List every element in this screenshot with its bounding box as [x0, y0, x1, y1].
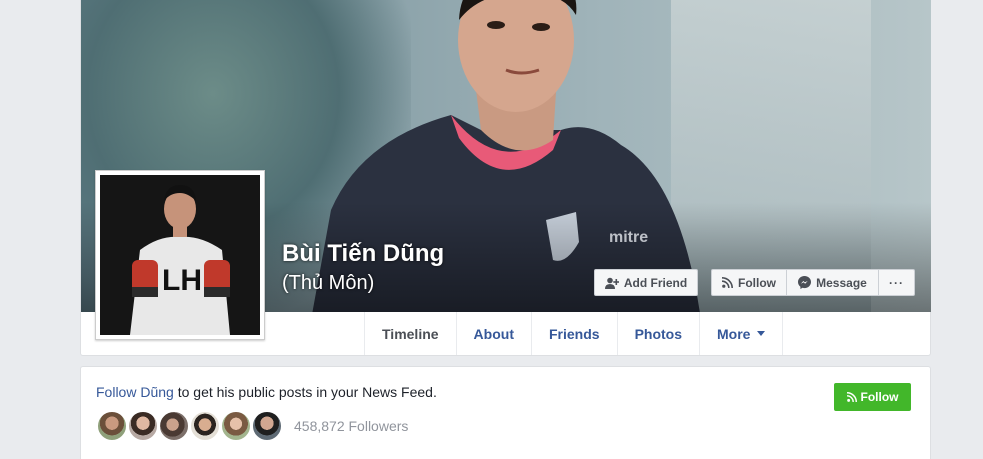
- followers-row: 458,872 Followers: [96, 410, 408, 442]
- profile-name[interactable]: Bùi Tiến Dũng: [282, 240, 444, 268]
- profile-alternate-name: (Thủ Môn): [282, 272, 375, 294]
- follower-avatar[interactable]: [127, 410, 159, 442]
- follow-prompt-text: Follow Dũng to get his public posts in y…: [96, 384, 437, 400]
- tab-friends[interactable]: Friends: [532, 312, 618, 355]
- tab-more[interactable]: More: [700, 312, 784, 355]
- tab-photos[interactable]: Photos: [618, 312, 701, 355]
- avatar-photo: LH: [100, 175, 260, 335]
- follow-link[interactable]: Follow Dũng: [96, 384, 174, 400]
- rss-icon: [722, 277, 733, 288]
- tab-about[interactable]: About: [457, 312, 532, 355]
- follower-avatar[interactable]: [189, 410, 221, 442]
- chevron-down-icon: [757, 331, 766, 336]
- rss-icon: [846, 392, 857, 402]
- follow-button[interactable]: Follow: [711, 269, 787, 296]
- more-dots-icon: ···: [889, 275, 904, 290]
- svg-text:LH: LH: [162, 264, 202, 297]
- message-button[interactable]: Message: [786, 269, 879, 296]
- more-options-button[interactable]: ···: [878, 269, 915, 296]
- profile-avatar[interactable]: LH: [95, 170, 265, 340]
- follow-prompt-card: Follow Dũng to get his public posts in y…: [80, 366, 931, 459]
- add-friend-icon: [604, 277, 619, 289]
- profile-tabs: Timeline About Friends Photos More: [364, 312, 784, 355]
- followers-count[interactable]: 458,872 Followers: [294, 418, 408, 434]
- tab-timeline[interactable]: Timeline: [364, 312, 457, 355]
- follow-green-button[interactable]: Follow: [834, 383, 911, 411]
- follower-avatar[interactable]: [96, 410, 128, 442]
- messenger-icon: [798, 276, 812, 289]
- follower-avatar[interactable]: [251, 410, 283, 442]
- add-friend-button[interactable]: Add Friend: [594, 269, 698, 296]
- follower-avatar[interactable]: [220, 410, 252, 442]
- follower-avatar[interactable]: [158, 410, 190, 442]
